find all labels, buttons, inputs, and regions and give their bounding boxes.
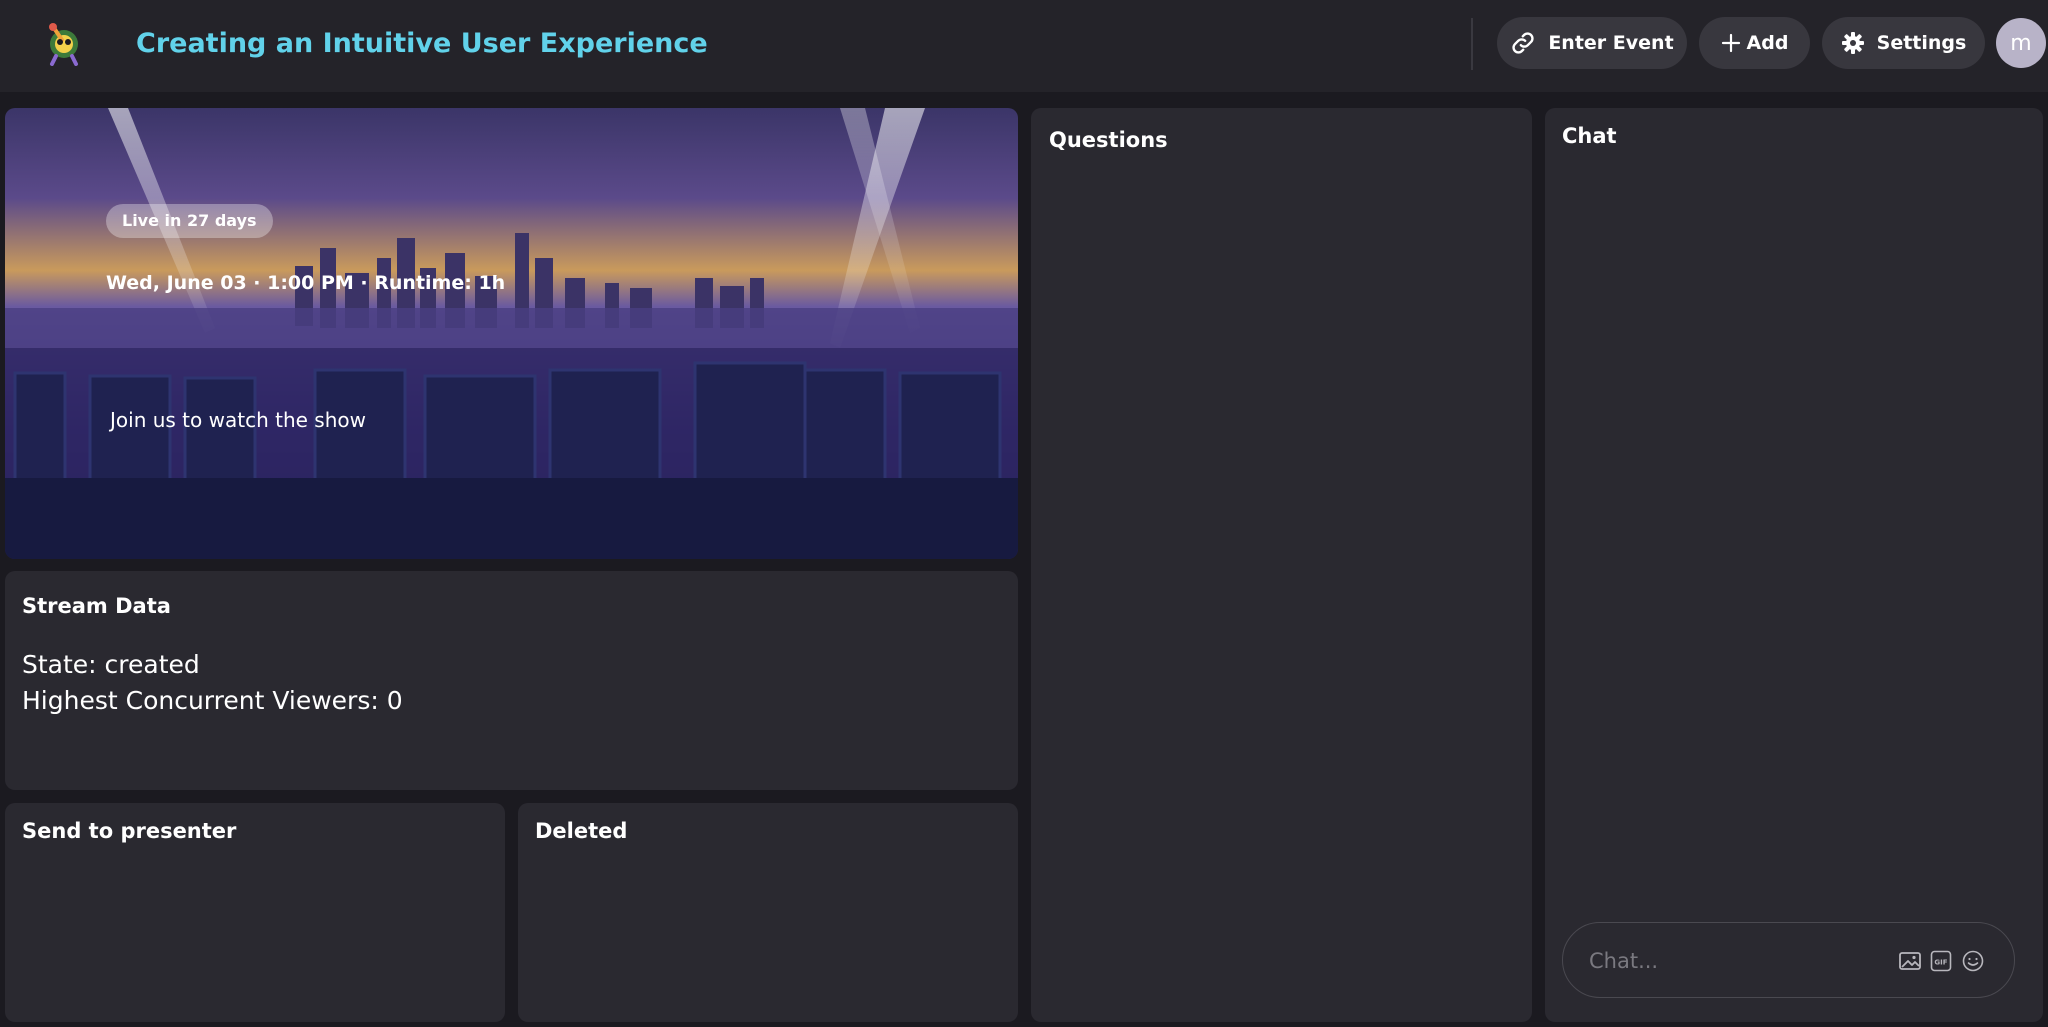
questions-panel: Questions: [1031, 108, 1532, 1022]
gif-icon[interactable]: GIF: [1929, 949, 1953, 973]
gear-icon: [1841, 31, 1865, 55]
settings-label: Settings: [1876, 32, 1967, 54]
stream-viewers: Highest Concurrent Viewers: 0: [22, 686, 403, 715]
app-logo-icon[interactable]: [40, 18, 88, 66]
chat-title: Chat: [1562, 124, 1617, 148]
questions-title: Questions: [1049, 128, 1168, 152]
send-to-presenter-title: Send to presenter: [22, 819, 237, 843]
live-countdown-badge: Live in 27 days: [106, 204, 273, 238]
send-to-presenter-panel: Send to presenter: [5, 803, 505, 1022]
event-banner: Live in 27 days Wed, June 03 · 1:00 PM ·…: [5, 108, 1018, 559]
add-label: Add: [1746, 32, 1789, 54]
enter-event-button[interactable]: Enter Event: [1497, 17, 1687, 69]
emoji-icon[interactable]: [1961, 949, 1985, 973]
svg-text:GIF: GIF: [1934, 959, 1947, 967]
event-schedule: Wed, June 03 · 1:00 PM · Runtime: 1h: [106, 272, 506, 294]
image-icon[interactable]: [1898, 949, 1922, 973]
stream-state: State: created: [22, 650, 200, 679]
deleted-panel: Deleted: [518, 803, 1018, 1022]
event-title: Creating an Intuitive User Experience: [136, 28, 708, 59]
event-description: Join us to watch the show: [110, 408, 366, 432]
chat-input-box: GIF: [1562, 922, 2015, 998]
chat-panel: Chat: [1545, 108, 2043, 1022]
chat-input[interactable]: [1587, 943, 1891, 979]
hollywood-skyline-image: [5, 108, 1018, 559]
add-button[interactable]: Add: [1699, 17, 1810, 69]
stream-data-title: Stream Data: [22, 594, 171, 618]
link-icon: [1510, 30, 1536, 56]
top-header: Creating an Intuitive User Experience En…: [0, 0, 2048, 92]
stream-data-panel: Stream Data State: created Highest Concu…: [5, 571, 1018, 790]
header-divider: [1471, 18, 1473, 70]
plus-icon: [1721, 33, 1741, 53]
enter-event-label: Enter Event: [1548, 32, 1674, 54]
settings-button[interactable]: Settings: [1822, 17, 1985, 69]
user-avatar[interactable]: m: [1996, 18, 2046, 68]
deleted-title: Deleted: [535, 819, 628, 843]
